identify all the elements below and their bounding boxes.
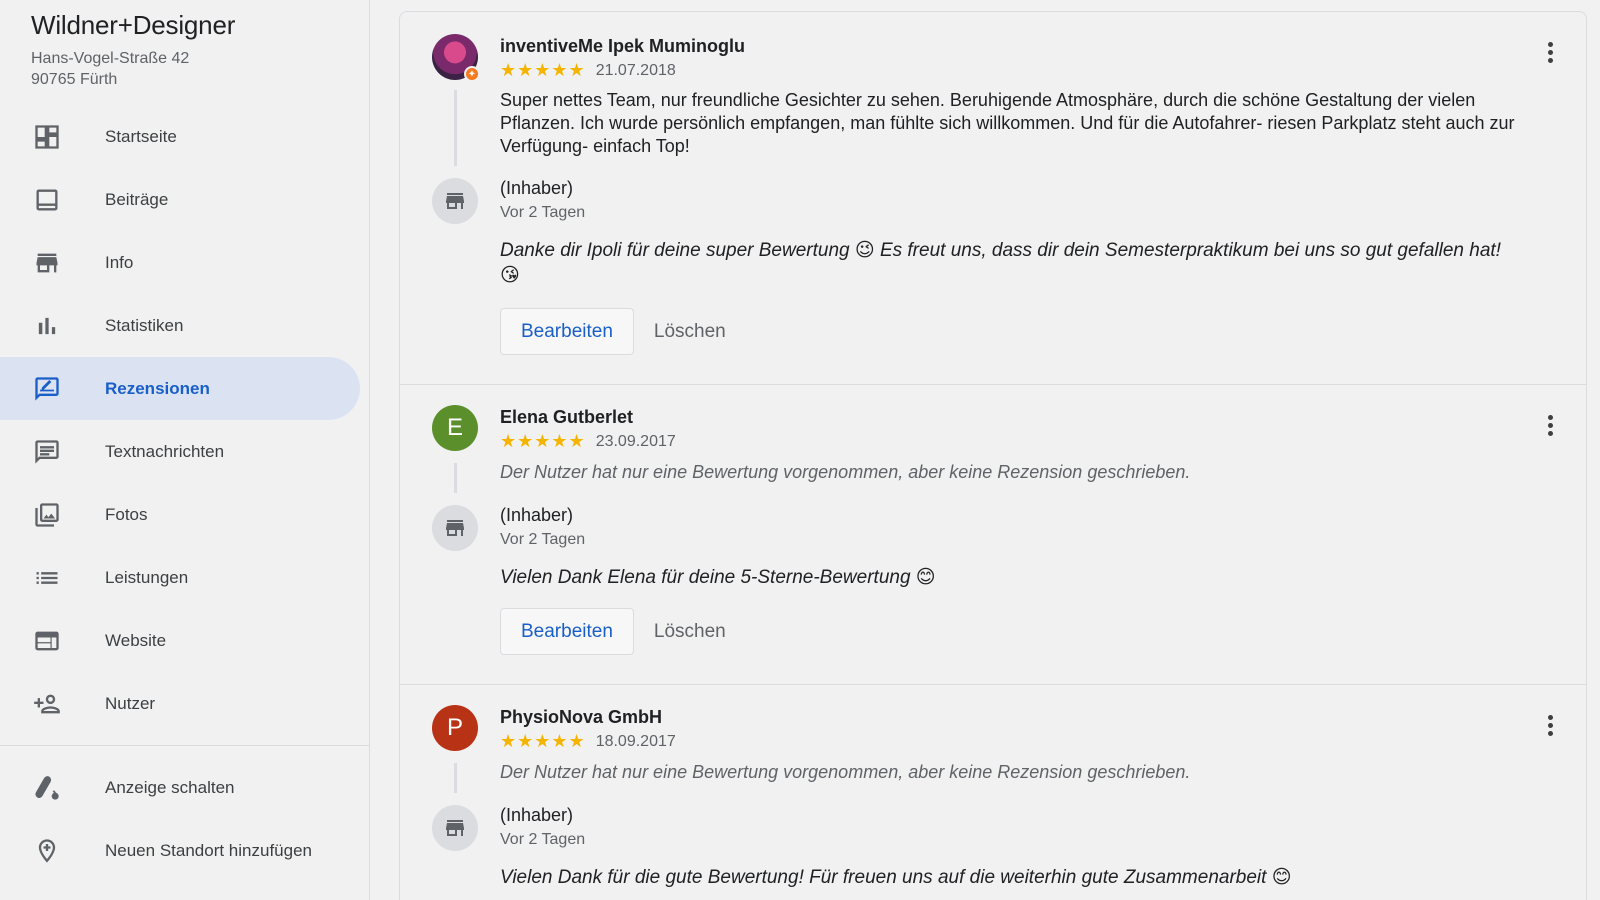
bar-chart-icon [31, 310, 63, 342]
reply-text: Danke dir Ipoli für deine super Bewertun… [500, 240, 1501, 286]
owner-label: (Inhaber) [500, 505, 574, 525]
sidebar-item-label: Startseite [105, 126, 177, 146]
star-rating: ★★★★★ [500, 60, 586, 80]
local-guide-badge-icon: ✦ [464, 66, 480, 82]
storefront-icon [446, 193, 464, 209]
sidebar-item-fotos[interactable]: Fotos [0, 483, 360, 546]
sidebar-item-leistungen[interactable]: Leistungen [0, 546, 360, 609]
owner-avatar [432, 178, 478, 224]
sidebar-item-statistiken[interactable]: Statistiken [0, 294, 360, 357]
review-text: Der Nutzer hat nur eine Bewertung vorgen… [500, 762, 1191, 782]
business-name: Wildner+Designer [31, 10, 236, 40]
reply-text: Vielen Dank Elena für deine 5-Sterne-Bew… [500, 567, 936, 588]
review-meta: ★★★★★ 21.07.2018 [500, 60, 1516, 81]
sidebar-item-website[interactable]: Website [0, 609, 360, 672]
message-icon [31, 436, 63, 468]
reviewer-name[interactable]: Elena Gutberlet [500, 407, 1516, 428]
owner-label: (Inhaber) [500, 178, 574, 198]
storefront-icon [446, 520, 464, 536]
posts-icon [31, 184, 63, 216]
owner-label: (Inhaber) [500, 805, 574, 825]
address-line-1: Hans-Vogel-Straße 42 [31, 50, 190, 67]
google-ads-icon [31, 772, 63, 804]
sidebar-item-label: Neuen Standort hinzufügen [105, 840, 312, 860]
sidebar-item-label: Fotos [105, 504, 148, 524]
sidebar-item-info[interactable]: Info [0, 231, 360, 294]
edit-button[interactable]: Bearbeiten [500, 608, 634, 655]
add-location-icon [31, 835, 63, 867]
sidebar-item-nutzer[interactable]: Nutzer [0, 672, 360, 735]
reply-time: Vor 2 Tagen [500, 204, 586, 221]
sidebar-item-label: Anzeige schalten [105, 777, 235, 797]
review-text: Der Nutzer hat nur eine Bewertung vorgen… [500, 462, 1191, 482]
reviewer-avatar[interactable]: P [432, 705, 478, 751]
reply-actions: Bearbeiten Löschen [500, 308, 1516, 355]
review-meta: ★★★★★ 23.09.2017 [500, 431, 1516, 452]
sidebar-item-beitraege[interactable]: Beiträge [0, 168, 360, 231]
photo-library-icon [31, 499, 63, 531]
storefront-icon [446, 820, 464, 836]
sidebar-item-label: Textnachrichten [105, 441, 225, 461]
review-date: 18.09.2017 [595, 732, 676, 750]
sidebar: Wildner+Designer Hans-Vogel-Straße 42 90… [0, 0, 370, 900]
thread-line [454, 763, 457, 793]
sidebar-item-label: Website [105, 630, 167, 650]
reviewer-name[interactable]: inventiveMe Ipek Muminoglu [500, 36, 1516, 57]
star-rating: ★★★★★ [500, 431, 586, 451]
more-options-button[interactable] [1538, 713, 1562, 737]
sidebar-item-rezensionen[interactable]: Rezensionen [0, 357, 360, 420]
sidebar-item-label: Leistungen [105, 567, 189, 587]
rate-review-icon [31, 373, 63, 405]
owner-avatar [432, 805, 478, 851]
review-body: PhysioNova GmbH ★★★★★ 18.09.2017 Der Nut… [500, 707, 1516, 783]
review-card: P PhysioNova GmbH ★★★★★ 18.09.2017 Der N… [400, 685, 1586, 900]
reply-time: Vor 2 Tagen [500, 531, 586, 548]
sidebar-item-label: Rezensionen [105, 378, 210, 398]
storefront-icon [31, 247, 63, 279]
delete-button[interactable]: Löschen [654, 621, 726, 643]
thread-line [454, 90, 457, 166]
owner-reply: (Inhaber) Vor 2 Tagen Danke dir Ipoli fü… [500, 178, 1516, 355]
thread-line [454, 463, 457, 493]
review-body: inventiveMe Ipek Muminoglu ★★★★★ 21.07.2… [500, 36, 1516, 158]
owner-reply: (Inhaber) Vor 2 Tagen Vielen Dank für di… [500, 805, 1516, 890]
list-icon [31, 562, 63, 594]
sidebar-divider [0, 745, 370, 746]
star-rating: ★★★★★ [500, 731, 586, 751]
address-line-2: 90765 Fürth [31, 71, 118, 88]
review-card: ✦ inventiveMe Ipek Muminoglu ★★★★★ 21.07… [400, 12, 1586, 385]
sidebar-item-label: Nutzer [105, 693, 156, 713]
review-date: 21.07.2018 [595, 61, 676, 79]
review-meta: ★★★★★ 18.09.2017 [500, 731, 1516, 752]
reviewer-avatar[interactable]: ✦ [432, 34, 480, 82]
owner-avatar [432, 505, 478, 551]
sidebar-item-label: Info [105, 252, 134, 272]
sidebar-item-anzeige-schalten[interactable]: Anzeige schalten [0, 756, 360, 819]
review-date: 23.09.2017 [595, 432, 676, 450]
sidebar-item-label: Beiträge [105, 189, 169, 209]
sidebar-item-label: Statistiken [105, 315, 184, 335]
sidebar-nav: Startseite Beiträge Info Statistiken Rez… [0, 105, 370, 882]
reviewer-avatar[interactable]: E [432, 405, 478, 451]
person-add-icon [31, 688, 63, 720]
delete-button[interactable]: Löschen [654, 321, 726, 343]
reviewer-name[interactable]: PhysioNova GmbH [500, 707, 1516, 728]
sidebar-item-neuer-standort[interactable]: Neuen Standort hinzufügen [0, 819, 360, 882]
edit-button[interactable]: Bearbeiten [500, 308, 634, 355]
dashboard-icon [31, 121, 63, 153]
reply-actions: Bearbeiten Löschen [500, 608, 1516, 655]
reviews-panel: ✦ inventiveMe Ipek Muminoglu ★★★★★ 21.07… [399, 11, 1587, 900]
review-card: E Elena Gutberlet ★★★★★ 23.09.2017 Der N… [400, 385, 1586, 685]
owner-reply: (Inhaber) Vor 2 Tagen Vielen Dank Elena … [500, 505, 1516, 655]
more-options-button[interactable] [1538, 413, 1562, 437]
business-address: Hans-Vogel-Straße 42 90765 Fürth [31, 48, 189, 90]
more-options-button[interactable] [1538, 40, 1562, 64]
sidebar-item-startseite[interactable]: Startseite [0, 105, 360, 168]
review-text: Super nettes Team, nur freundliche Gesic… [500, 90, 1515, 156]
sidebar-item-textnachrichten[interactable]: Textnachrichten [0, 420, 360, 483]
review-body: Elena Gutberlet ★★★★★ 23.09.2017 Der Nut… [500, 407, 1516, 483]
reply-time: Vor 2 Tagen [500, 831, 586, 848]
reply-text: Vielen Dank für die gute Bewertung! Für … [500, 867, 1292, 888]
web-icon [31, 625, 63, 657]
